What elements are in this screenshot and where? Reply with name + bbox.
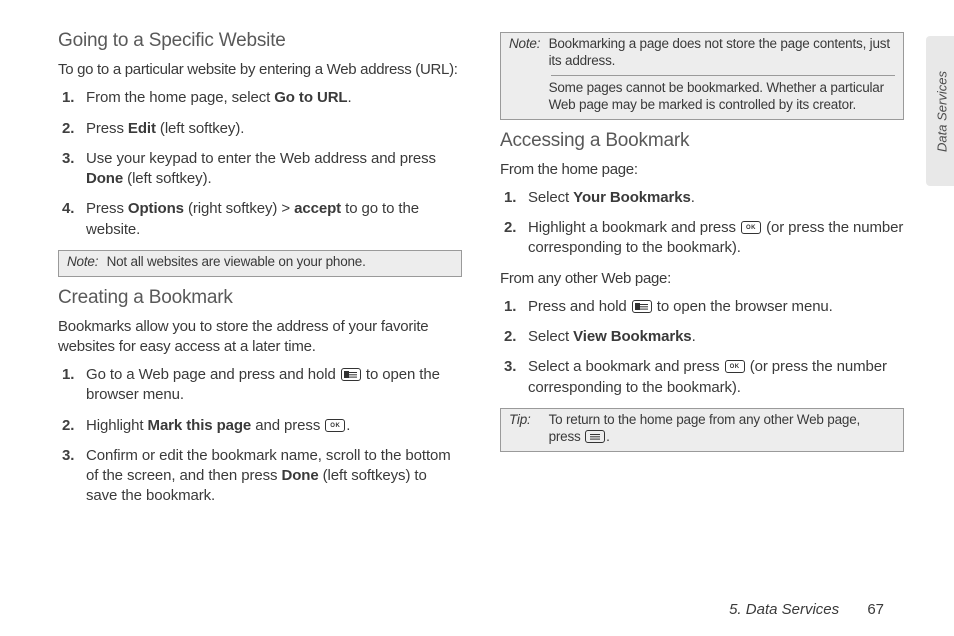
step-item: Press and hold to open the browser menu. bbox=[528, 297, 904, 317]
tip-label: Tip: bbox=[509, 412, 545, 429]
footer-page-number: 67 bbox=[867, 601, 884, 618]
step-item: Go to a Web page and press and hold to o… bbox=[86, 365, 462, 406]
step-item: Highlight a bookmark and press (or press… bbox=[528, 218, 904, 259]
heading-create-bookmark: Creating a Bookmark bbox=[58, 287, 462, 309]
ok-key-icon bbox=[725, 360, 745, 373]
intro-text: To go to a particular website by enterin… bbox=[58, 60, 462, 80]
access-intro-1: From the home page: bbox=[500, 160, 904, 180]
right-column: Note: Bookmarking a page does not store … bbox=[500, 30, 904, 517]
steps-access-home: Select Your Bookmarks. Highlight a bookm… bbox=[500, 188, 904, 259]
page-footer: 5. Data Services 67 bbox=[729, 601, 884, 618]
heading-go-to-website: Going to a Specific Website bbox=[58, 30, 462, 52]
step-item: Select a bookmark and press (or press th… bbox=[528, 357, 904, 398]
note-body: Not all websites are viewable on your ph… bbox=[107, 254, 449, 271]
ok-key-icon bbox=[741, 221, 761, 234]
steps-access-other: Press and hold to open the browser menu.… bbox=[500, 297, 904, 398]
side-tab-label: Data Services bbox=[935, 67, 950, 157]
step-item: Press Options (right softkey) > accept t… bbox=[86, 199, 462, 240]
menu-key-icon bbox=[341, 368, 361, 381]
bookmark-intro: Bookmarks allow you to store the address… bbox=[58, 317, 462, 358]
steps-url: From the home page, select Go to URL. Pr… bbox=[58, 88, 462, 240]
left-column: Going to a Specific Website To go to a p… bbox=[58, 30, 462, 517]
content-columns: Going to a Specific Website To go to a p… bbox=[58, 30, 906, 517]
manual-page: Data Services Going to a Specific Websit… bbox=[0, 0, 954, 636]
tip-body: To return to the home page from any othe… bbox=[549, 412, 891, 446]
step-item: Select Your Bookmarks. bbox=[528, 188, 904, 208]
side-tab: Data Services bbox=[926, 36, 954, 186]
note-box: Note: Not all websites are viewable on y… bbox=[58, 250, 462, 277]
plain-key-icon bbox=[585, 430, 605, 443]
steps-bookmark: Go to a Web page and press and hold to o… bbox=[58, 365, 462, 507]
note-label: Note: bbox=[67, 254, 103, 271]
ok-key-icon bbox=[325, 419, 345, 432]
step-item: Use your keypad to enter the Web address… bbox=[86, 149, 462, 190]
heading-access-bookmark: Accessing a Bookmark bbox=[500, 130, 904, 152]
note-divider bbox=[551, 75, 895, 76]
step-item: Highlight Mark this page and press . bbox=[86, 416, 462, 436]
access-intro-2: From any other Web page: bbox=[500, 269, 904, 289]
step-item: Press Edit (left softkey). bbox=[86, 119, 462, 139]
note-box: Note: Bookmarking a page does not store … bbox=[500, 32, 904, 120]
step-item: From the home page, select Go to URL. bbox=[86, 88, 462, 108]
note-body: Some pages cannot be bookmarked. Whether… bbox=[549, 80, 891, 114]
tip-box: Tip: To return to the home page from any… bbox=[500, 408, 904, 452]
footer-chapter: 5. Data Services bbox=[729, 601, 839, 618]
step-item: Select View Bookmarks. bbox=[528, 327, 904, 347]
note-body: Bookmarking a page does not store the pa… bbox=[549, 36, 891, 70]
step-item: Confirm or edit the bookmark name, scrol… bbox=[86, 446, 462, 507]
menu-key-icon bbox=[632, 300, 652, 313]
note-label: Note: bbox=[509, 36, 545, 53]
